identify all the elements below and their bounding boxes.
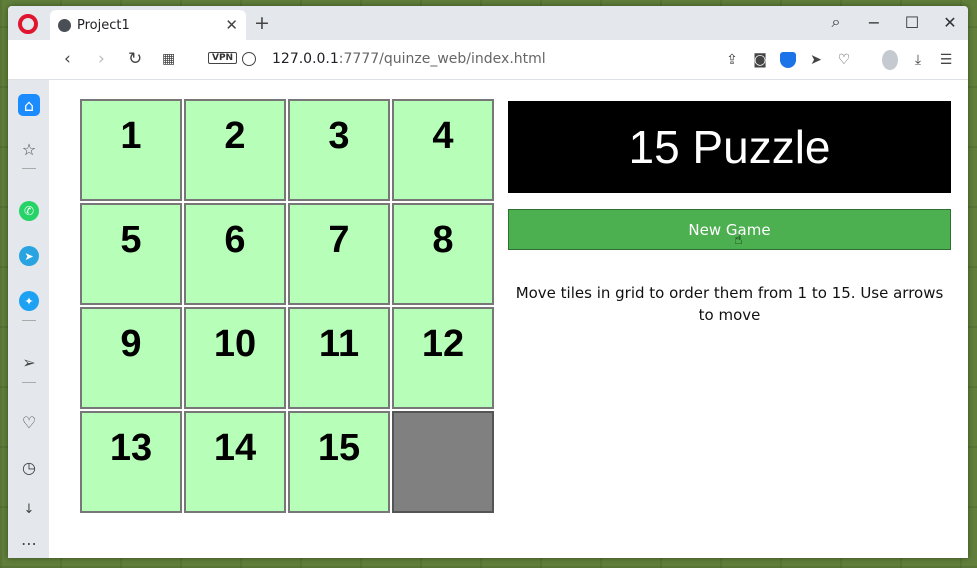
- history-icon[interactable]: ◷: [18, 456, 40, 478]
- browser-window: Project1 ✕ + ⌕ − ☐ ✕ ‹ › ↻ ▦ VPN 127.0.0…: [8, 6, 968, 558]
- adblock-shield-icon[interactable]: [780, 52, 796, 68]
- puzzle-tile[interactable]: 1: [80, 99, 182, 201]
- sidebar-divider: [22, 382, 36, 383]
- page-content: 1 2 3 4 5 6 7 8 9 10 11 12 13 14 15 15 Puzzle New Game…: [49, 80, 968, 558]
- tab-close-icon[interactable]: ✕: [225, 16, 238, 34]
- sidebar-divider: [22, 320, 36, 321]
- forward-icon[interactable]: ›: [98, 49, 105, 69]
- profile-avatar-icon[interactable]: [882, 50, 898, 70]
- share-icon[interactable]: ⇪: [724, 52, 740, 68]
- sidebar: ⌂ ☆ ✆ ➤ ✦ ➢ ♡ ◷ ↓ ⋯: [8, 80, 49, 558]
- window-controls: ⌕ − ☐ ✕: [828, 12, 958, 32]
- browser-tab[interactable]: Project1 ✕: [50, 10, 246, 40]
- globe-icon: [58, 18, 71, 32]
- send-icon[interactable]: ➤: [808, 52, 824, 68]
- puzzle-tile[interactable]: 5: [80, 203, 182, 305]
- game-title: 15 Puzzle: [508, 101, 951, 193]
- puzzle-tile[interactable]: 7: [288, 203, 390, 305]
- reload-icon[interactable]: ↻: [128, 49, 142, 69]
- tabs-grid-icon[interactable]: ▦: [162, 51, 175, 67]
- empty-tile[interactable]: [392, 411, 494, 513]
- star-icon[interactable]: ☆: [18, 138, 40, 160]
- tab-bar: Project1 ✕ + ⌕ − ☐ ✕: [8, 6, 968, 40]
- telegram-icon[interactable]: ➤: [18, 245, 40, 267]
- puzzle-tile[interactable]: 4: [392, 99, 494, 201]
- puzzle-tile[interactable]: 9: [80, 307, 182, 409]
- heart-icon[interactable]: ♡: [836, 52, 852, 68]
- puzzle-tile[interactable]: 2: [184, 99, 286, 201]
- puzzle-tile[interactable]: 15: [288, 411, 390, 513]
- easy-setup-icon[interactable]: ☰: [938, 52, 954, 68]
- mouse-cursor-icon: ☝: [734, 232, 743, 248]
- close-icon[interactable]: ✕: [942, 13, 958, 32]
- url-field[interactable]: 127.0.0.1:7777/quinze_web/index.html: [272, 51, 546, 67]
- send-icon[interactable]: ➢: [18, 351, 40, 373]
- whatsapp-icon[interactable]: ✆: [18, 200, 40, 222]
- back-icon[interactable]: ‹: [64, 49, 71, 69]
- home-icon[interactable]: ⌂: [18, 94, 40, 116]
- puzzle-tile[interactable]: 3: [288, 99, 390, 201]
- download-icon[interactable]: ⤓: [910, 52, 926, 68]
- vpn-badge[interactable]: VPN: [208, 52, 238, 64]
- maximize-icon[interactable]: ☐: [904, 13, 920, 32]
- opera-logo-icon[interactable]: [18, 14, 38, 34]
- puzzle-tile[interactable]: 10: [184, 307, 286, 409]
- puzzle-tile[interactable]: 6: [184, 203, 286, 305]
- instructions-text: Move tiles in grid to order them from 1 …: [515, 284, 944, 324]
- sidebar-divider: [22, 168, 36, 169]
- site-info-icon[interactable]: [242, 52, 256, 66]
- address-bar: ‹ › ↻ ▦ VPN 127.0.0.1:7777/quinze_web/in…: [8, 40, 968, 80]
- toolbar-icons: ⇪ ◙ ➤ ♡ ⤓ ☰: [724, 50, 954, 70]
- url-host: 127.0.0.1: [272, 51, 339, 67]
- puzzle-tile[interactable]: 13: [80, 411, 182, 513]
- url-path: :7777/quinze_web/index.html: [338, 51, 546, 67]
- puzzle-tile[interactable]: 14: [184, 411, 286, 513]
- heart-icon[interactable]: ♡: [18, 411, 40, 433]
- minimize-icon[interactable]: −: [866, 13, 882, 32]
- puzzle-grid: 1 2 3 4 5 6 7 8 9 10 11 12 13 14 15: [79, 98, 495, 514]
- puzzle-tile[interactable]: 12: [392, 307, 494, 409]
- puzzle-tile[interactable]: 11: [288, 307, 390, 409]
- download-icon[interactable]: ↓: [18, 498, 40, 520]
- more-icon[interactable]: ⋯: [18, 532, 40, 554]
- new-tab-button[interactable]: +: [254, 12, 270, 34]
- camera-icon[interactable]: ◙: [752, 52, 768, 68]
- new-game-button[interactable]: New Game: [508, 209, 951, 250]
- search-tabs-icon[interactable]: ⌕: [828, 12, 844, 32]
- tab-title: Project1: [77, 17, 130, 33]
- puzzle-tile[interactable]: 8: [392, 203, 494, 305]
- twitter-icon[interactable]: ✦: [18, 290, 40, 312]
